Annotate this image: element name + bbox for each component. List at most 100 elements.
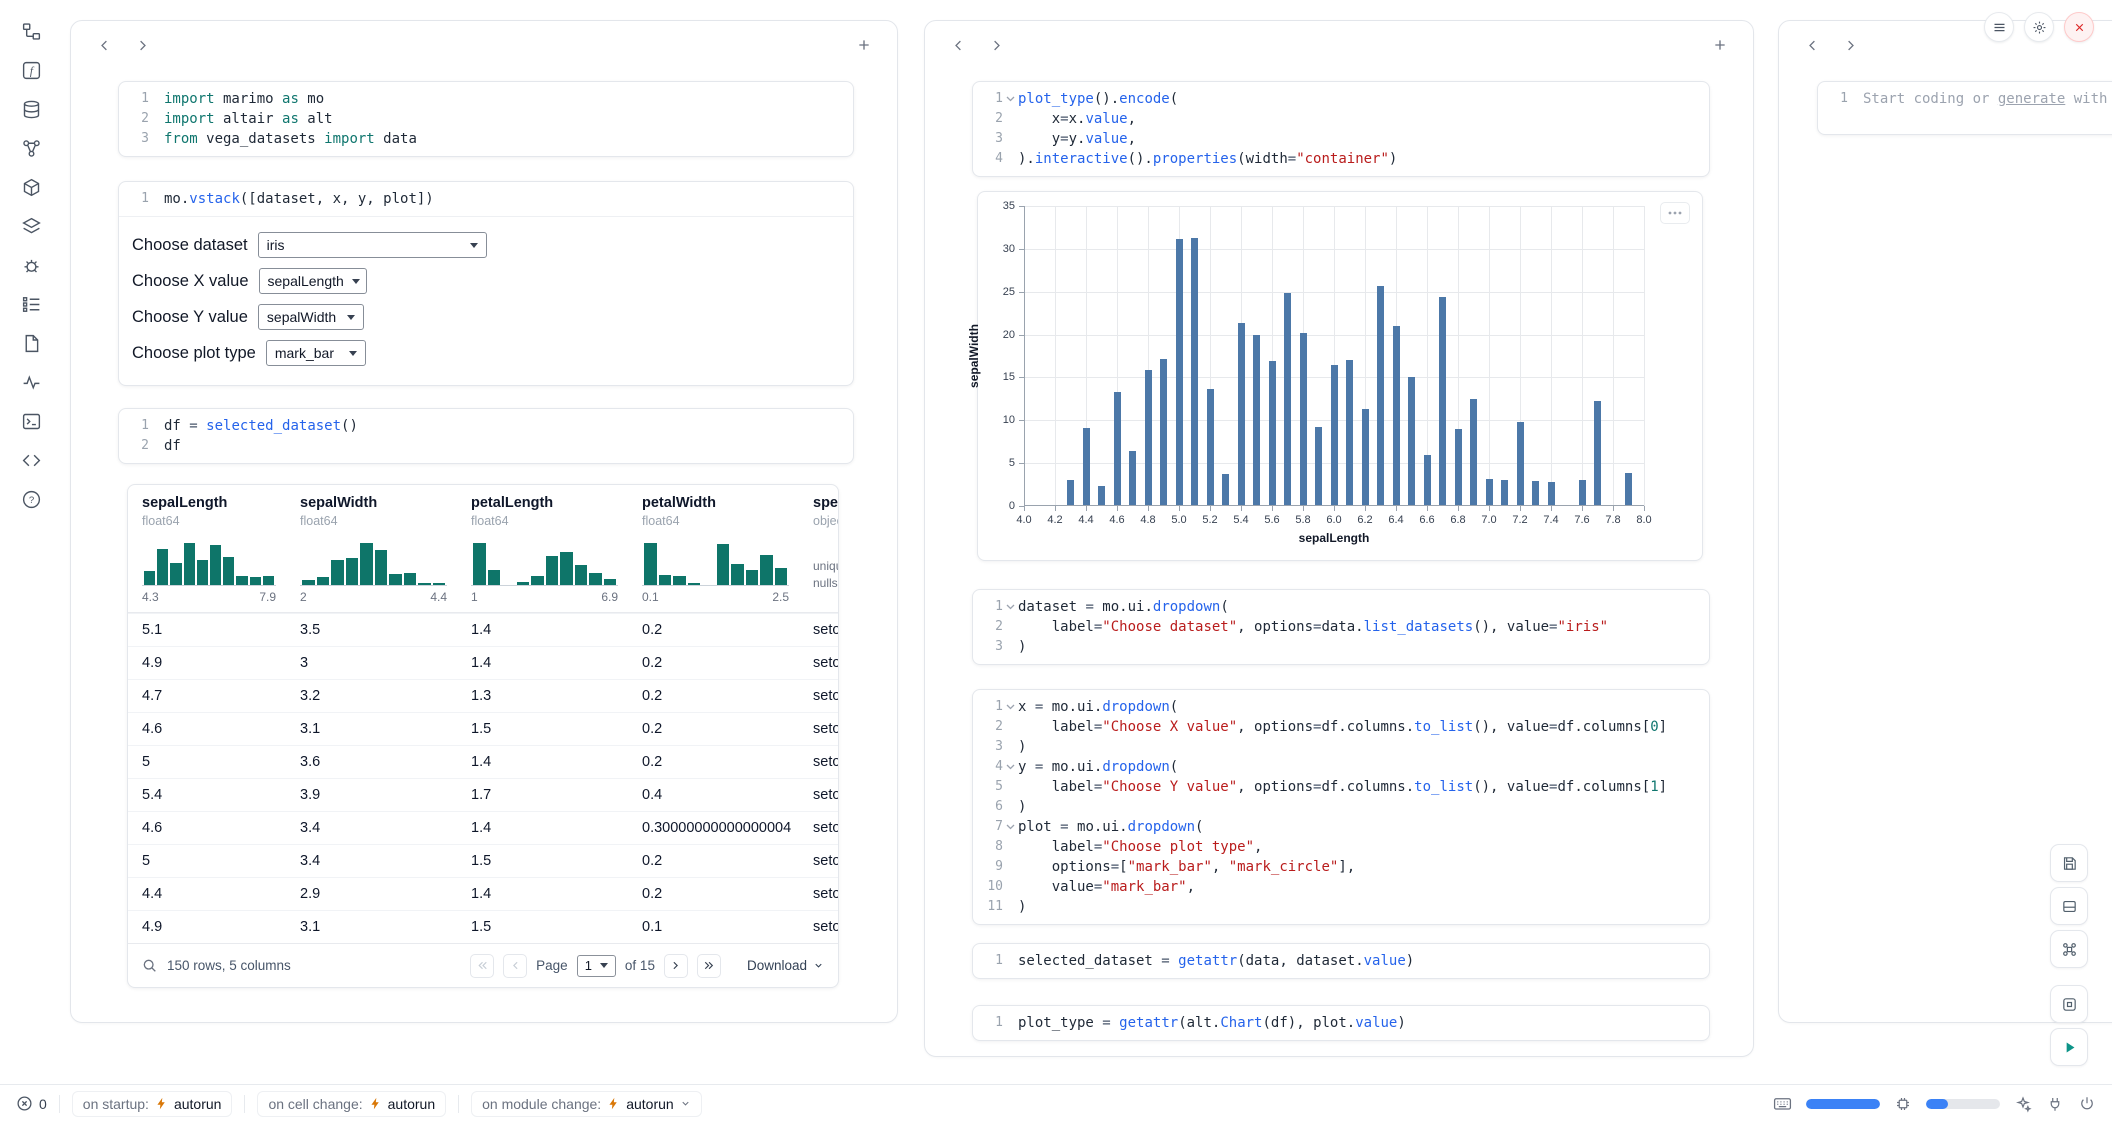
add-column-button[interactable] [1707,32,1733,58]
errors-indicator[interactable]: 0 [16,1095,47,1112]
table-cell: 3.6 [286,754,457,770]
line-number: 1 [973,697,1003,717]
chart-actions-button[interactable] [1660,202,1690,224]
code-text: dataset = mo.ui.dropdown( [1018,597,1229,617]
help-icon[interactable]: ? [18,486,44,512]
on-module-change-setting[interactable]: on module change: autorun [471,1091,702,1117]
column-header[interactable]: sepalWidthfloat6424.4 [286,485,457,612]
first-page-button[interactable] [470,954,494,978]
page-select[interactable]: 1 [577,955,616,977]
code-editor[interactable]: 1df = selected_dataset()2df [119,409,853,463]
histogram-bar [197,560,208,585]
memory-chip-icon[interactable] [1894,1095,1912,1113]
variables-icon[interactable]: f [18,57,44,83]
x-value-select[interactable]: sepalLength [259,268,367,294]
column-header[interactable]: sepalLengthfloat644.37.9 [128,485,286,612]
save-button[interactable] [2050,844,2088,882]
checklist-icon[interactable] [18,291,44,317]
shutdown-button[interactable] [2064,12,2094,42]
on-cell-change-setting[interactable]: on cell change: autorun [257,1091,446,1117]
chart-bar [1083,428,1090,506]
plot-area[interactable]: 051015202530354.04.24.44.64.85.05.25.45.… [1024,206,1644,506]
panel-layout-button[interactable] [2050,887,2088,925]
code-editor[interactable]: 1plot_type().encode(2 x=x.value,3 y=y.va… [973,82,1709,176]
code-token: vstack [189,191,240,207]
settings-button[interactable] [2024,12,2054,42]
run-all-button[interactable] [2050,1028,2088,1066]
table-cell: setosa [799,886,839,902]
table-cell: 1.5 [457,721,628,737]
debug-icon[interactable] [18,252,44,278]
chart-bar [1207,389,1214,506]
code-editor[interactable]: 1dataset = mo.ui.dropdown(2 label="Choos… [973,590,1709,664]
power-icon[interactable] [2078,1095,2096,1113]
file-explorer-icon[interactable] [18,18,44,44]
table-cell: setosa [799,787,839,803]
keyboard-icon[interactable] [1773,1094,1792,1113]
table-cell: 4.9 [128,919,286,935]
next-page-button[interactable] [664,954,688,978]
cell-selected-dataset: 1selected_dataset = getattr(data, datase… [972,943,1710,979]
dependency-graph-icon[interactable] [18,135,44,161]
generate-with-ai-link[interactable]: generate [1998,91,2065,107]
axis-tick-label: 7.8 [1605,514,1620,526]
datasources-icon[interactable] [18,96,44,122]
move-column-left-button[interactable] [91,32,117,58]
code-editor[interactable]: 1import marimo as mo2import altair as al… [119,82,853,156]
fold-spacer [1003,717,1018,737]
code-token: ([dataset, x, y, plot]) [240,191,434,207]
fold-spacer [149,89,164,109]
plug-icon[interactable] [2046,1095,2064,1113]
plot-type-select[interactable]: mark_bar [266,340,366,366]
code-editor[interactable]: 1mo.vstack([dataset, x, y, plot]) [119,182,853,217]
outline-icon[interactable] [18,213,44,239]
code-line: 2df [119,436,843,456]
cell-xy-plot-dropdowns: 1x = mo.ui.dropdown(2 label="Choose X va… [972,689,1710,925]
altair-chart-output[interactable]: 051015202530354.04.24.44.64.85.05.25.45.… [977,191,1703,561]
move-column-left-button[interactable] [1799,32,1825,58]
code-editor[interactable]: 1selected_dataset = getattr(data, datase… [973,944,1709,978]
code-editor[interactable]: 1 Start coding or generate with AI. [1818,82,2112,134]
column-header[interactable]: petalLengthfloat6416.9 [457,485,628,612]
axis-tick-label: 6.4 [1388,514,1403,526]
fold-spacer [1003,837,1018,857]
logs-icon[interactable] [18,408,44,434]
column-header[interactable]: speciesobjectunique:nulls: [799,485,839,612]
column-dtype: float64 [300,514,447,528]
column-header[interactable]: petalWidthfloat640.12.5 [628,485,799,612]
move-column-left-button[interactable] [945,32,971,58]
move-column-right-button[interactable] [129,32,155,58]
code-token: x [1018,699,1035,715]
code-editor[interactable]: 1x = mo.ui.dropdown(2 label="Choose X va… [973,690,1709,924]
column-min-max: 0.12.5 [642,590,789,604]
on-startup-setting[interactable]: on startup: autorun [72,1091,233,1117]
snippets-icon[interactable] [18,447,44,473]
chart-bar [1579,480,1586,506]
download-button[interactable]: Download [747,958,824,973]
previous-page-button[interactable] [503,954,527,978]
dropdown-label: Choose X value [132,272,249,291]
dataset-select[interactable]: iris [258,232,487,258]
last-page-button[interactable] [697,954,721,978]
y-value-select[interactable]: sepalWidth [258,304,364,330]
search-icon[interactable] [142,958,158,974]
axis-tick [1489,506,1490,511]
table-cell: 3 [286,655,457,671]
packages-icon[interactable] [18,174,44,200]
keyboard-shortcuts-button[interactable] [2050,930,2088,968]
code-line: 3) [973,737,1699,757]
line-number: 2 [973,717,1003,737]
add-column-button[interactable] [851,32,877,58]
notebook-menu-button[interactable] [1984,12,2014,42]
move-column-right-button[interactable] [1837,32,1863,58]
ai-sparkle-icon[interactable] [2014,1095,2032,1113]
code-token: df.columns[ [1557,779,1650,795]
axis-tick [1272,506,1273,511]
scratchpad-button[interactable] [2050,985,2088,1023]
move-column-right-button[interactable] [983,32,1009,58]
documentation-icon[interactable] [18,330,44,356]
tracing-icon[interactable] [18,369,44,395]
table-cell: 0.2 [628,721,799,737]
chart-bar [1486,479,1493,506]
code-editor[interactable]: 1plot_type = getattr(alt.Chart(df), plot… [973,1006,1709,1040]
